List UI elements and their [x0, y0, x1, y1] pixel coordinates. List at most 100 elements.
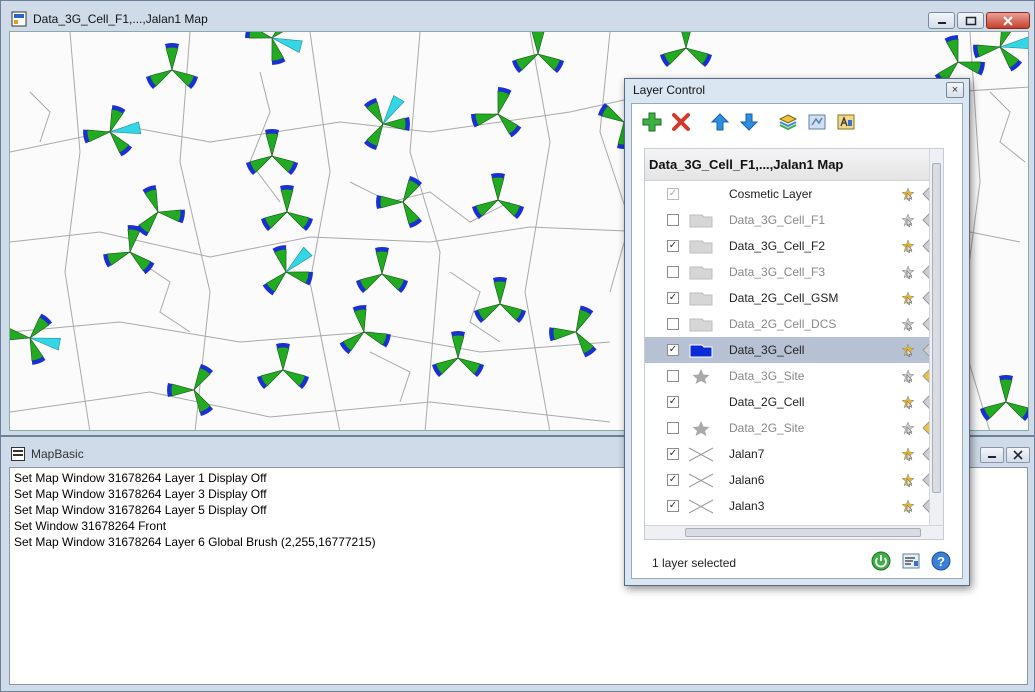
maximize-button[interactable]: [957, 12, 984, 29]
layer-row[interactable]: ✓ Data_2G_Cell: [645, 389, 943, 415]
layer-name: Data_3G_Cell_F3: [729, 265, 826, 279]
move-layer-down-button[interactable]: [737, 110, 761, 134]
horizontal-scroll-thumb[interactable]: [685, 528, 921, 537]
layer-visibility-checkbox[interactable]: [667, 370, 679, 382]
close-icon: [1013, 450, 1023, 460]
layer-visibility-checkbox[interactable]: ✓: [667, 500, 679, 512]
layer-control-close-button[interactable]: ×: [946, 82, 964, 98]
layer-rows: ✓ Cosmetic Layer Data_3G_Cell_F1 ✓ Data_3G_C…: [645, 181, 943, 519]
mapbasic-titlebar[interactable]: MapBasic: [11, 447, 84, 461]
layer-row[interactable]: ✓ Data_3G_Cell: [645, 337, 943, 363]
no-style-icon: [688, 394, 714, 410]
selectable-icon[interactable]: [901, 265, 915, 279]
layer-control-panel: Data_3G_Cell_F1,...,Jalan1 Map ✓ Cosmetic…: [631, 103, 963, 579]
layer-row[interactable]: ✓ Data_3G_Cell_F2: [645, 233, 943, 259]
options-icon: [902, 553, 920, 569]
label-icon: [837, 114, 855, 130]
vertical-scroll-thumb[interactable]: [932, 163, 941, 493]
layer-name: Data_2G_Cell_GSM: [729, 291, 839, 305]
selectable-icon[interactable]: [901, 239, 915, 253]
display-options-button[interactable]: [805, 110, 829, 134]
layer-properties-button[interactable]: [776, 110, 800, 134]
selectable-icon[interactable]: [901, 499, 915, 513]
layer-visibility-checkbox[interactable]: ✓: [667, 292, 679, 304]
layer-visibility-checkbox[interactable]: ✓: [667, 240, 679, 252]
region-style-icon: [689, 318, 713, 332]
help-button[interactable]: ?: [930, 550, 952, 572]
mapbasic-close-button[interactable]: [1006, 447, 1030, 463]
layer-control-actions: ?: [870, 550, 952, 572]
selectable-icon[interactable]: [901, 421, 915, 435]
layer-row[interactable]: Data_3G_Cell_F1: [645, 207, 943, 233]
mapbasic-title: MapBasic: [31, 447, 84, 461]
layer-row[interactable]: Data_3G_Site: [645, 363, 943, 389]
layer-row[interactable]: ✓ Jalan6: [645, 467, 943, 493]
minimize-icon: [937, 21, 946, 24]
remove-layer-button[interactable]: [669, 110, 693, 134]
layer-row[interactable]: ✓ Jalan3: [645, 493, 943, 519]
selectable-icon[interactable]: [901, 369, 915, 383]
label-options-button[interactable]: [834, 110, 858, 134]
power-icon: [871, 551, 891, 571]
mapbasic-minimize-button[interactable]: [980, 447, 1004, 463]
region-style-icon: [689, 344, 713, 358]
selectable-icon[interactable]: [901, 473, 915, 487]
layer-name: Data_2G_Cell_DCS: [729, 317, 837, 331]
symbol-style-icon: [692, 421, 710, 436]
selectable-icon[interactable]: [901, 291, 915, 305]
vertical-scrollbar[interactable]: [929, 149, 943, 539]
layer-name: Cosmetic Layer: [729, 187, 813, 201]
selectable-icon[interactable]: [901, 447, 915, 461]
region-style-icon: [689, 266, 713, 280]
line-style-icon: [688, 447, 714, 462]
layer-name: Data_3G_Cell: [729, 343, 805, 357]
minimize-button[interactable]: [928, 12, 955, 29]
layer-visibility-checkbox[interactable]: ✓: [667, 344, 679, 356]
apply-button[interactable]: [870, 550, 892, 572]
layer-name: Data_3G_Cell_F1: [729, 213, 826, 227]
layer-row[interactable]: Data_3G_Cell_F3: [645, 259, 943, 285]
symbol-style-icon: [692, 369, 710, 384]
layer-visibility-checkbox[interactable]: ✓: [667, 448, 679, 460]
selectable-icon[interactable]: [901, 213, 915, 227]
layer-list-map-name[interactable]: Data_3G_Cell_F1,...,Jalan1 Map: [645, 149, 943, 181]
layer-list[interactable]: Data_3G_Cell_F1,...,Jalan1 Map ✓ Cosmetic…: [644, 148, 944, 540]
help-icon: ?: [931, 551, 951, 571]
layer-visibility-checkbox: ✓: [667, 188, 679, 200]
layer-visibility-checkbox[interactable]: [667, 318, 679, 330]
display-icon: [808, 114, 826, 130]
line-style-icon: [688, 499, 714, 514]
layer-visibility-checkbox[interactable]: [667, 422, 679, 434]
layer-visibility-checkbox[interactable]: ✓: [667, 474, 679, 486]
maximize-icon: [965, 16, 976, 25]
layer-name: Data_2G_Cell: [729, 395, 805, 409]
layer-row[interactable]: ✓ Data_2G_Cell_GSM: [645, 285, 943, 311]
layer-visibility-checkbox[interactable]: ✓: [667, 396, 679, 408]
add-layer-button[interactable]: [640, 110, 664, 134]
layer-row[interactable]: ✓ Cosmetic Layer: [645, 181, 943, 207]
layer-visibility-checkbox[interactable]: [667, 266, 679, 278]
arrow-up-icon: [710, 113, 730, 131]
layers-icon: [778, 114, 798, 131]
layer-row[interactable]: Data_2G_Site: [645, 415, 943, 441]
layer-name: Jalan3: [729, 499, 765, 513]
no-style-icon: [688, 186, 714, 202]
region-style-icon: [689, 214, 713, 228]
layer-row[interactable]: Data_2G_Cell_DCS: [645, 311, 943, 337]
horizontal-scrollbar[interactable]: [645, 525, 943, 539]
minimize-icon: [988, 456, 996, 458]
layer-name: Data_2G_Site: [729, 421, 805, 435]
line-style-icon: [688, 473, 714, 488]
map-window-title: Data_3G_Cell_F1,...,Jalan1 Map: [33, 12, 208, 26]
selectable-icon[interactable]: [901, 317, 915, 331]
selectable-icon[interactable]: [901, 187, 915, 201]
selectable-icon[interactable]: [901, 395, 915, 409]
layer-row[interactable]: ✓ Jalan7: [645, 441, 943, 467]
close-button[interactable]: [986, 12, 1030, 29]
layer-control-title: Layer Control: [633, 83, 706, 97]
selectable-icon[interactable]: [901, 343, 915, 357]
options-button[interactable]: [900, 550, 922, 572]
move-layer-up-button[interactable]: [708, 110, 732, 134]
layer-visibility-checkbox[interactable]: [667, 214, 679, 226]
mapbasic-icon: [11, 447, 25, 461]
